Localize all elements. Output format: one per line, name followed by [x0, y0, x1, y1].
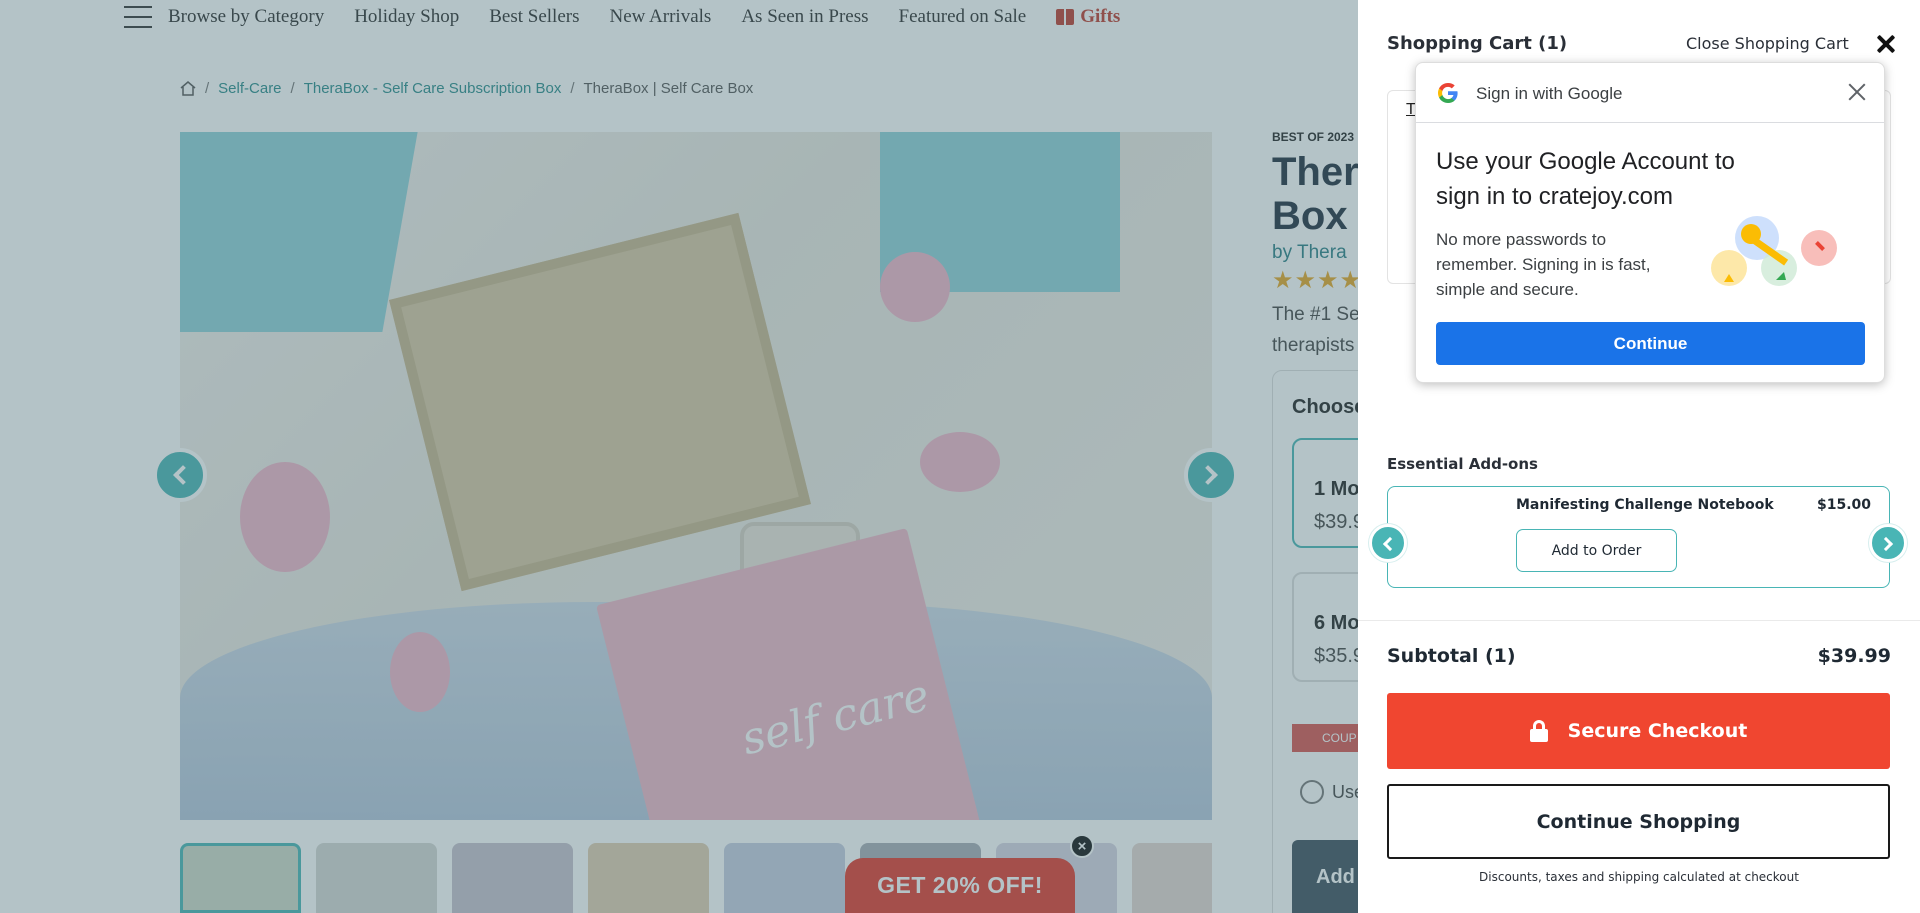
- chevron-right-icon: [1878, 536, 1894, 552]
- cart-footer: Subtotal (1) $39.99 Secure Checkout Cont…: [1358, 620, 1920, 913]
- addon-price: $15.00: [1816, 497, 1871, 513]
- google-signin-popup: Sign in with Google Use your Google Acco…: [1415, 62, 1885, 383]
- addon-next-button[interactable]: [1869, 524, 1907, 562]
- modal-backdrop[interactable]: [0, 0, 1358, 913]
- secure-checkout-label: Secure Checkout: [1567, 720, 1748, 742]
- checkout-note: Discounts, taxes and shipping calculated…: [1479, 870, 1799, 884]
- addon-card: Manifesting Challenge Notebook $15.00 Ad…: [1387, 486, 1890, 588]
- close-icon[interactable]: [1846, 81, 1868, 103]
- close-icon[interactable]: [1872, 30, 1900, 58]
- addon-prev-button[interactable]: [1369, 524, 1407, 562]
- google-logo-icon: [1438, 83, 1458, 103]
- chevron-left-icon: [1382, 536, 1398, 552]
- cart-title: Shopping Cart (1): [1387, 33, 1568, 54]
- google-signin-body: No more passwords to remember. Signing i…: [1436, 230, 1651, 299]
- continue-shopping-button[interactable]: Continue Shopping: [1387, 784, 1890, 859]
- close-cart-link[interactable]: Close Shopping Cart: [1686, 34, 1849, 53]
- lock-icon: [1529, 720, 1548, 742]
- google-continue-button[interactable]: Continue: [1436, 322, 1865, 365]
- key-illustration-icon: [1711, 216, 1837, 286]
- google-signin-header: Sign in with Google: [1416, 63, 1884, 123]
- addons-title: Essential Add-ons: [1387, 455, 1538, 473]
- subtotal-label: Subtotal (1): [1387, 645, 1516, 667]
- google-signin-title: Sign in with Google: [1476, 84, 1623, 103]
- add-to-order-button[interactable]: Add to Order: [1516, 529, 1677, 572]
- addon-name: Manifesting Challenge Notebook: [1516, 497, 1774, 513]
- google-signin-headline: Use your Google Account to sign in to cr…: [1436, 148, 1735, 210]
- subtotal-value: $39.99: [1817, 645, 1891, 667]
- secure-checkout-button[interactable]: Secure Checkout: [1387, 693, 1890, 769]
